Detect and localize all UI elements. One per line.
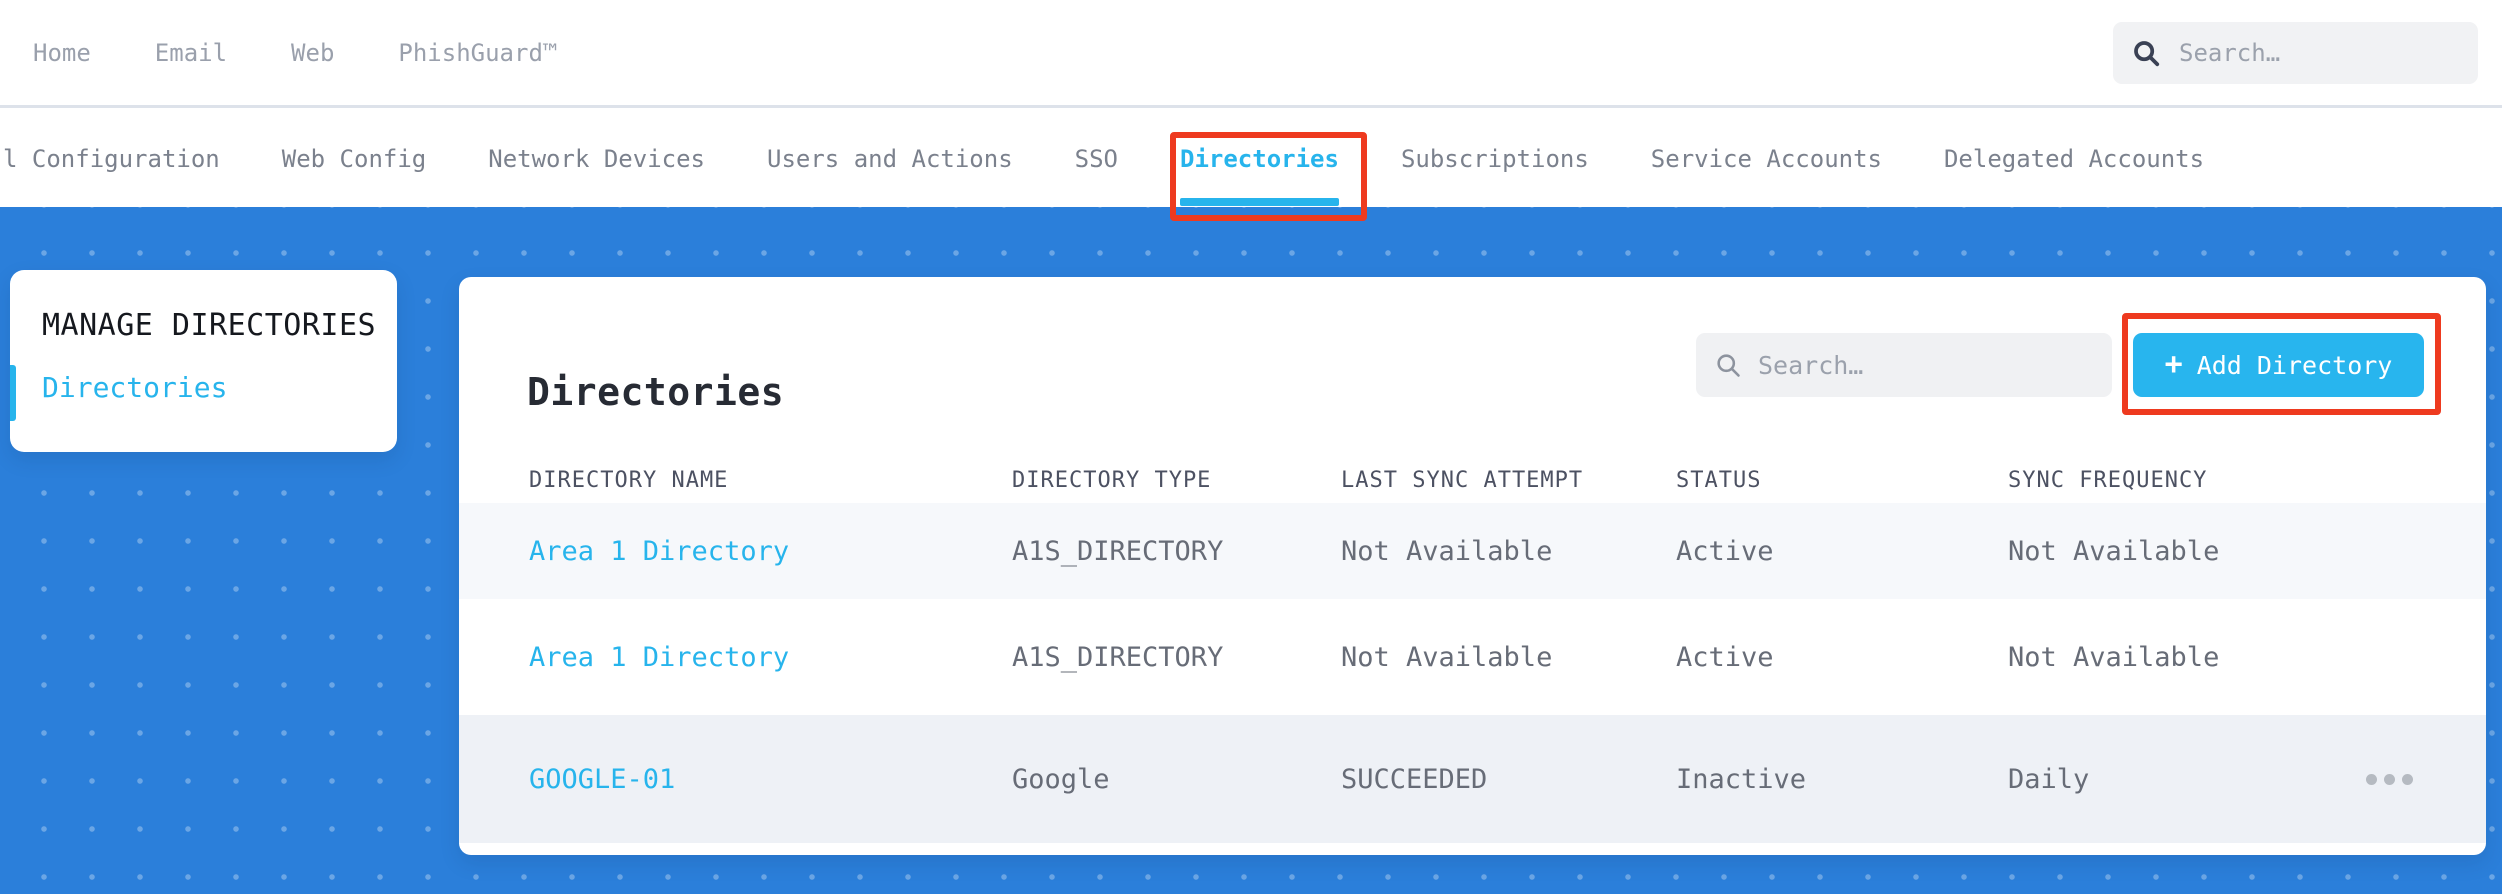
global-search-input[interactable] [2177, 38, 2460, 68]
directories-table: DIRECTORY NAME DIRECTORY TYPE LAST SYNC … [459, 457, 2486, 843]
active-tab-underline [1180, 198, 1339, 206]
plus-icon: + [2164, 347, 2183, 382]
directory-type-cell: A1S_DIRECTORY [1012, 535, 1224, 567]
table-row: Area 1 Directory A1S_DIRECTORY Not Avail… [459, 503, 2486, 599]
table-row: GOOGLE-01 Google SUCCEEDED Inactive Dail… [459, 715, 2486, 843]
nav-item-home[interactable]: Home [33, 39, 91, 67]
directory-name-link[interactable]: Area 1 Directory [529, 642, 1012, 673]
tab-directories[interactable]: Directories [1180, 111, 1339, 207]
sidebar-title: MANAGE DIRECTORIES [42, 308, 377, 343]
directories-search-input[interactable] [1756, 349, 2094, 381]
column-header-directory-type: DIRECTORY TYPE [1012, 467, 1212, 493]
nav-item-web[interactable]: Web [291, 39, 334, 67]
nav-item-phishguard[interactable]: PhishGuard™ [398, 39, 557, 67]
manage-directories-card: MANAGE DIRECTORIES Directories [10, 270, 397, 452]
sync-frequency-cell: Daily [2008, 763, 2090, 795]
tab-directories-label: Directories [1180, 145, 1339, 173]
global-search-box[interactable] [2113, 22, 2478, 84]
status-cell: Active [1676, 535, 1774, 567]
tab-email-configuration[interactable]: l Configuration [3, 111, 220, 207]
sync-frequency-cell: Not Available [2008, 535, 2220, 567]
tab-web-config[interactable]: Web Config [282, 111, 427, 207]
table-header-row: DIRECTORY NAME DIRECTORY TYPE LAST SYNC … [459, 457, 2486, 503]
top-navigation-bar: Home Email Web PhishGuard™ [0, 0, 2502, 108]
nav-item-email[interactable]: Email [155, 39, 227, 67]
directories-panel: Directories + Add Directory DIRECTORY NA… [459, 277, 2486, 855]
sidebar-active-indicator [10, 365, 16, 421]
column-header-status: STATUS [1676, 467, 1762, 493]
phishguard-directories-page: Home Email Web PhishGuard™ l Configurati… [0, 0, 2502, 894]
directory-name-link[interactable]: GOOGLE-01 [529, 764, 1012, 795]
status-cell: Active [1676, 641, 1774, 673]
directories-search-box[interactable] [1696, 333, 2112, 397]
column-header-last-sync-attempt: LAST SYNC ATTEMPT [1341, 467, 1584, 493]
ellipsis-icon [2384, 773, 2395, 785]
directory-type-cell: Google [1012, 763, 1110, 795]
last-sync-cell: Not Available [1341, 535, 1553, 567]
sidebar-item-directories[interactable]: Directories [10, 371, 397, 404]
row-actions-menu[interactable] [2360, 773, 2486, 785]
status-cell: Inactive [1676, 763, 1807, 795]
tab-service-accounts[interactable]: Service Accounts [1651, 111, 1882, 207]
search-icon [2131, 38, 2161, 68]
table-row: Area 1 Directory A1S_DIRECTORY Not Avail… [459, 599, 2486, 715]
last-sync-cell: Not Available [1341, 641, 1553, 673]
ellipsis-icon [2402, 773, 2413, 785]
tab-subscriptions[interactable]: Subscriptions [1401, 111, 1589, 207]
tab-sso[interactable]: SSO [1075, 111, 1118, 207]
settings-tab-bar: l Configuration Web Config Network Devic… [0, 111, 2502, 207]
column-header-sync-frequency: SYNC FREQUENCY [2008, 467, 2208, 493]
search-icon [1714, 351, 1742, 379]
ellipsis-icon [2366, 773, 2377, 785]
tab-network-devices[interactable]: Network Devices [488, 111, 705, 207]
last-sync-cell: SUCCEEDED [1341, 763, 1488, 795]
add-directory-button[interactable]: + Add Directory [2133, 333, 2424, 397]
column-header-directory-name: DIRECTORY NAME [529, 467, 729, 493]
tab-delegated-accounts[interactable]: Delegated Accounts [1944, 111, 2204, 207]
directory-name-link[interactable]: Area 1 Directory [529, 536, 1012, 567]
primary-nav: Home Email Web PhishGuard™ [0, 39, 557, 67]
tab-users-and-actions[interactable]: Users and Actions [767, 111, 1013, 207]
directory-type-cell: A1S_DIRECTORY [1012, 641, 1224, 673]
content-area: MANAGE DIRECTORIES Directories Directori… [0, 207, 2502, 894]
sidebar-item-label: Directories [42, 371, 228, 404]
page-title: Directories [527, 370, 785, 415]
sync-frequency-cell: Not Available [2008, 641, 2220, 673]
add-directory-label: Add Directory [2196, 350, 2393, 380]
